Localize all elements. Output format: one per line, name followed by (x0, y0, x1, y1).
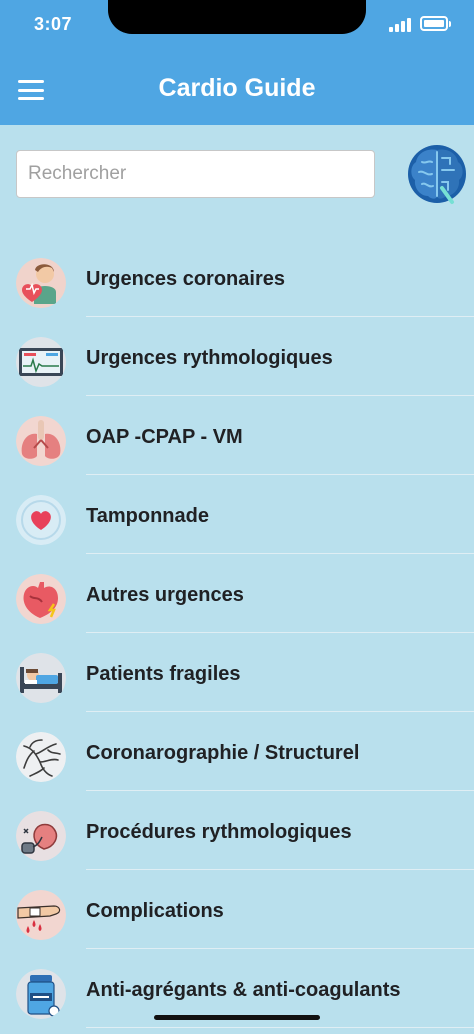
aspirin-bottle-icon (16, 969, 66, 1019)
list-item-label: Procédures rythmologiques (86, 821, 352, 843)
bleeding-arm-icon (16, 890, 66, 940)
pacemaker-icon (16, 811, 66, 861)
list-item-label: Tamponnade (86, 505, 209, 527)
patient-bed-icon (16, 653, 66, 703)
brain-icon[interactable] (406, 142, 468, 206)
ecg-monitor-icon (16, 337, 66, 387)
list-item-procedures-rythmologiques[interactable]: Procédures rythmologiques (0, 791, 474, 870)
list-item-label: Patients fragiles (86, 663, 241, 685)
list-item-label: Urgences coronaires (86, 268, 285, 290)
list-item-label: Complications (86, 900, 224, 922)
list-item-urgences-rythmologiques[interactable]: Urgences rythmologiques (0, 317, 474, 396)
list-item-autres-urgences[interactable]: Autres urgences (0, 554, 474, 633)
list-item-label: Coronarographie / Structurel (86, 742, 360, 764)
divider (86, 1027, 474, 1028)
lungs-icon (16, 416, 66, 466)
list-item-complications[interactable]: Complications (0, 870, 474, 949)
home-indicator[interactable] (154, 1015, 320, 1020)
list-item-coronarographie-structurel[interactable]: Coronarographie / Structurel (0, 712, 474, 791)
list-item-oap-cpap-vm[interactable]: OAP -CPAP - VM (0, 396, 474, 475)
list-item-patients-fragiles[interactable]: Patients fragiles (0, 633, 474, 712)
app-header: 3:07 Cardio Guide (0, 0, 474, 125)
status-time: 3:07 (34, 14, 73, 34)
list-item-label: Autres urgences (86, 584, 244, 606)
list-item-tamponnade[interactable]: Tamponnade (0, 475, 474, 554)
list-item-label: OAP -CPAP - VM (86, 426, 243, 448)
device-notch (108, 0, 366, 34)
list-item-label: Urgences rythmologiques (86, 347, 333, 369)
heart-icon (16, 495, 66, 545)
list-item-urgences-coronaires[interactable]: Urgences coronaires (0, 238, 474, 317)
angiography-icon (16, 732, 66, 782)
page-title: Cardio Guide (158, 74, 316, 102)
signal-icon (389, 16, 411, 32)
list-item-label: Anti-agrégants & anti-coagulants (86, 979, 401, 1001)
search-input[interactable] (16, 150, 375, 198)
heart-alert-icon (16, 574, 66, 624)
menu-list: Urgences coronaires Urgences rythmologiq… (0, 238, 474, 1028)
battery-icon (420, 16, 451, 31)
chest-pain-icon (16, 258, 66, 308)
